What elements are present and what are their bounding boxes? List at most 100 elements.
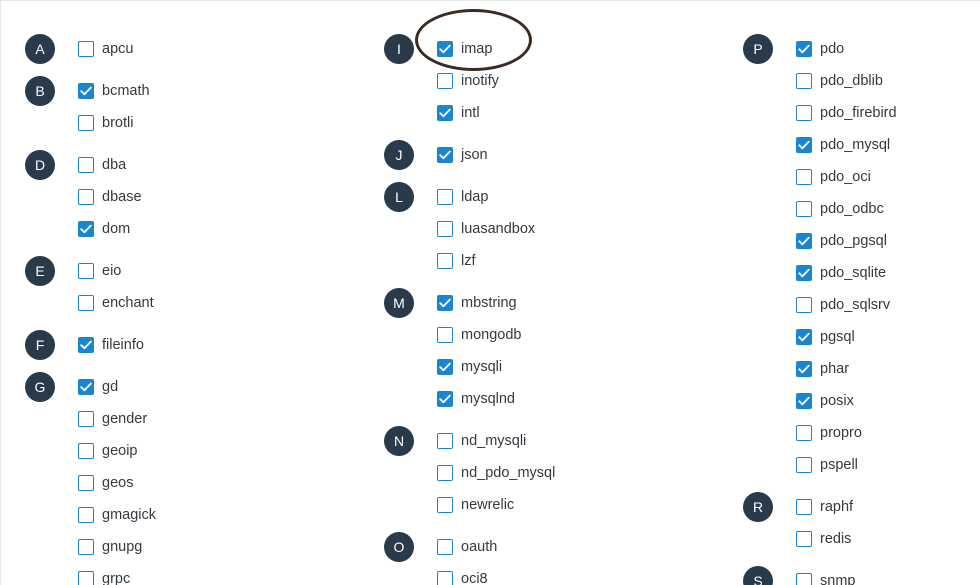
checkbox-checked[interactable]	[796, 41, 812, 57]
extension-label: lzf	[461, 253, 476, 269]
extension-item-phar[interactable]: phar	[796, 359, 849, 379]
letter-badge-n: N	[384, 426, 414, 456]
extension-item-mysqli[interactable]: mysqli	[437, 357, 502, 377]
extension-item-newrelic[interactable]: newrelic	[437, 495, 514, 515]
checkbox-unchecked[interactable]	[796, 105, 812, 121]
php-extensions-panel: Aapcu Bbcmath brotli Ddba dbase dom Eeio enchan…	[0, 0, 980, 585]
extension-item-luasandbox[interactable]: luasandbox	[437, 219, 535, 239]
extension-item-pdo[interactable]: pdo	[796, 39, 844, 59]
extension-item-mongodb[interactable]: mongodb	[437, 325, 521, 345]
checkbox-unchecked[interactable]	[437, 433, 453, 449]
checkmark-icon	[439, 108, 451, 118]
checkmark-icon	[439, 394, 451, 404]
extension-item-pdo-pgsql[interactable]: pdo_pgsql	[796, 231, 887, 251]
checkbox-unchecked[interactable]	[437, 571, 453, 585]
checkmark-icon	[798, 364, 810, 374]
extension-item-snmp[interactable]: snmp	[796, 571, 855, 585]
extension-item-imap[interactable]: imap	[437, 39, 492, 59]
extension-label: pdo_sqlite	[820, 265, 887, 281]
checkbox-unchecked[interactable]	[796, 73, 812, 89]
extension-label: pgsql	[820, 329, 855, 345]
extension-item-nd-mysqli[interactable]: nd_mysqli	[437, 431, 526, 451]
checkbox-checked[interactable]	[796, 265, 812, 281]
letter-badge-o: O	[384, 532, 414, 562]
extension-item-pdo-sqlite[interactable]: pdo_sqlite	[796, 263, 886, 283]
extension-item-mbstring[interactable]: mbstring	[437, 293, 517, 313]
extension-label: oci8	[461, 571, 488, 585]
extension-label: propro	[820, 425, 862, 441]
checkbox-unchecked[interactable]	[437, 189, 453, 205]
checkbox-checked[interactable]	[796, 329, 812, 345]
checkbox-unchecked[interactable]	[796, 425, 812, 441]
extension-label: phar	[820, 361, 850, 377]
checkbox-unchecked[interactable]	[437, 539, 453, 555]
letter-badge-j: J	[384, 140, 414, 170]
checkbox-unchecked[interactable]	[796, 169, 812, 185]
extension-item-pdo-odbc[interactable]: pdo_odbc	[796, 199, 884, 219]
checkmark-icon	[439, 362, 451, 372]
letter-badge-s: S	[743, 566, 773, 585]
extension-label: pdo_dblib	[820, 73, 883, 89]
checkbox-checked[interactable]	[796, 137, 812, 153]
extension-item-lzf[interactable]: lzf	[437, 251, 476, 271]
extension-label: pdo_firebird	[820, 105, 897, 121]
extension-item-pdo-mysql[interactable]: pdo_mysql	[796, 135, 890, 155]
extension-label: pdo_pgsql	[820, 233, 887, 249]
extension-item-json[interactable]: json	[437, 145, 488, 165]
checkbox-unchecked[interactable]	[437, 73, 453, 89]
extension-item-pdo-dblib[interactable]: pdo_dblib	[796, 71, 883, 91]
checkbox-checked[interactable]	[796, 233, 812, 249]
extension-item-raphf[interactable]: raphf	[796, 497, 853, 517]
extension-label: pspell	[820, 457, 858, 473]
checkbox-checked[interactable]	[437, 391, 453, 407]
extension-item-posix[interactable]: posix	[796, 391, 854, 411]
extension-item-mysqlnd[interactable]: mysqlnd	[437, 389, 515, 409]
extension-label: nd_mysqli	[461, 433, 527, 449]
checkbox-checked[interactable]	[437, 359, 453, 375]
checkbox-unchecked[interactable]	[437, 465, 453, 481]
checkbox-checked[interactable]	[796, 393, 812, 409]
checkbox-unchecked[interactable]	[437, 221, 453, 237]
extension-item-oauth[interactable]: oauth	[437, 537, 497, 557]
letter-badge-l: L	[384, 182, 414, 212]
checkbox-checked[interactable]	[437, 105, 453, 121]
extension-item-pdo-firebird[interactable]: pdo_firebird	[796, 103, 897, 123]
checkbox-checked[interactable]	[437, 147, 453, 163]
checkbox-unchecked[interactable]	[796, 573, 812, 585]
checkbox-checked[interactable]	[437, 295, 453, 311]
checkmark-icon	[798, 396, 810, 406]
checkmark-icon	[798, 140, 810, 150]
checkbox-unchecked[interactable]	[796, 201, 812, 217]
extension-label: nd_pdo_mysql	[461, 465, 556, 481]
checkbox-unchecked[interactable]	[796, 297, 812, 313]
checkbox-unchecked[interactable]	[796, 457, 812, 473]
extension-item-propro[interactable]: propro	[796, 423, 862, 443]
extension-column-3: Ppdo pdo_dblib pdo_firebird pdo_mysql pdo_oc…	[1, 1, 897, 585]
checkbox-checked[interactable]	[796, 361, 812, 377]
extension-label: luasandbox	[461, 221, 536, 237]
extension-item-pgsql[interactable]: pgsql	[796, 327, 855, 347]
extension-item-pdo-sqlsrv[interactable]: pdo_sqlsrv	[796, 295, 890, 315]
extension-item-pspell[interactable]: pspell	[796, 455, 858, 475]
checkmark-icon	[798, 268, 810, 278]
checkbox-unchecked[interactable]	[796, 499, 812, 515]
extension-label: posix	[820, 393, 854, 409]
letter-badge-p: P	[743, 34, 773, 64]
extension-label: pdo_oci	[820, 169, 871, 185]
extension-item-inotify[interactable]: inotify	[437, 71, 499, 91]
checkbox-unchecked[interactable]	[437, 253, 453, 269]
checkbox-unchecked[interactable]	[796, 531, 812, 547]
checkbox-unchecked[interactable]	[437, 327, 453, 343]
extension-item-ldap[interactable]: ldap	[437, 187, 488, 207]
checkmark-icon	[798, 236, 810, 246]
extension-item-pdo-oci[interactable]: pdo_oci	[796, 167, 871, 187]
extension-label: newrelic	[461, 497, 515, 513]
checkbox-checked[interactable]	[437, 41, 453, 57]
extension-label: raphf	[820, 499, 854, 515]
extension-label: pdo	[820, 41, 845, 57]
extension-item-nd-pdo-mysql[interactable]: nd_pdo_mysql	[437, 463, 555, 483]
extension-item-redis[interactable]: redis	[796, 529, 851, 549]
checkbox-unchecked[interactable]	[437, 497, 453, 513]
extension-item-oci8[interactable]: oci8	[437, 569, 488, 585]
extension-item-intl[interactable]: intl	[437, 103, 480, 123]
